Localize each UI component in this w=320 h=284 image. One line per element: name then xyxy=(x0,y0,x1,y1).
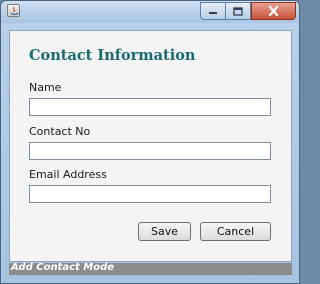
close-icon xyxy=(268,6,279,16)
maximize-button[interactable] xyxy=(226,2,251,20)
title-bar[interactable] xyxy=(1,1,299,23)
email-address-input[interactable] xyxy=(29,185,271,203)
email-address-label: Email Address xyxy=(29,168,107,181)
name-input[interactable] xyxy=(29,98,271,116)
close-button[interactable] xyxy=(251,2,296,20)
status-bar: Add Contact Mode xyxy=(9,262,292,275)
cancel-button[interactable]: Cancel xyxy=(200,222,271,241)
save-button[interactable]: Save xyxy=(138,222,191,241)
contact-form-panel: Contact Information Name Contact No Emai… xyxy=(9,30,292,262)
status-text: Add Contact Mode xyxy=(11,262,115,273)
form-heading: Contact Information xyxy=(29,47,196,64)
name-label: Name xyxy=(29,81,62,94)
minimize-icon xyxy=(209,12,217,14)
java-app-icon xyxy=(7,4,20,17)
contact-no-input[interactable] xyxy=(29,142,271,160)
app-window: Contact Information Name Contact No Emai… xyxy=(0,0,300,284)
minimize-button[interactable] xyxy=(200,2,226,20)
contact-no-label: Contact No xyxy=(29,125,91,138)
maximize-icon xyxy=(233,6,243,16)
